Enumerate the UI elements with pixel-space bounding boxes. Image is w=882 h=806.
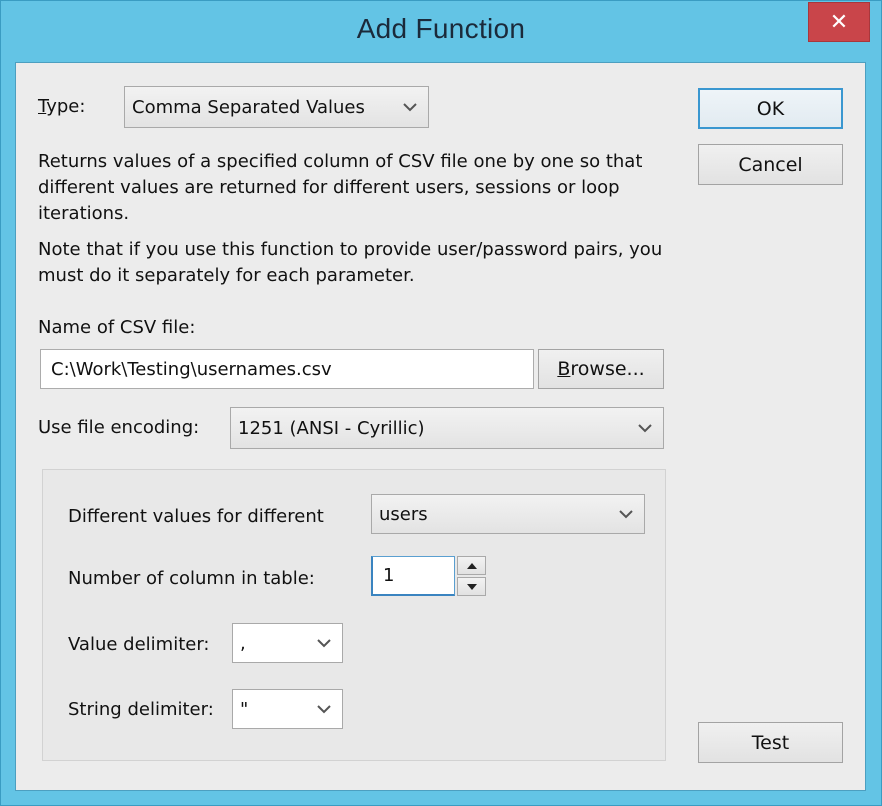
options-group: Different values for different users Num… [42, 469, 666, 761]
chevron-down-icon [317, 639, 331, 648]
note-text: Note that if you use this function to pr… [38, 239, 663, 286]
type-label-text: ype: [46, 96, 86, 117]
triangle-up-icon [466, 562, 477, 569]
encoding-label: Use file encoding: [38, 417, 200, 438]
csv-file-label: Name of CSV file: [38, 317, 196, 338]
csv-file-value: C:\Work\Testing\usernames.csv [51, 358, 332, 380]
type-select[interactable]: Comma Separated Values [124, 86, 429, 128]
value-delimiter-select[interactable]: , [232, 623, 343, 663]
test-button[interactable]: Test [698, 722, 843, 763]
string-delimiter-value: " [240, 698, 249, 720]
string-delimiter-label: String delimiter: [68, 699, 214, 720]
column-number-decrement[interactable] [457, 577, 486, 596]
chevron-down-icon [638, 424, 652, 433]
value-delimiter-label: Value delimiter: [68, 634, 210, 655]
chevron-down-icon [317, 705, 331, 714]
column-number-input[interactable]: 1 [371, 556, 455, 596]
different-values-value: users [379, 503, 428, 525]
browse-accesskey: B [557, 358, 571, 380]
description-text: Returns values of a specified column of … [38, 151, 643, 224]
csv-file-input[interactable]: C:\Work\Testing\usernames.csv [40, 349, 534, 389]
close-button[interactable]: ✕ [808, 2, 870, 42]
dialog-client-area: Type: Comma Separated Values Returns val… [15, 62, 866, 791]
type-label: Type: [38, 96, 85, 117]
dialog-title: Add Function [356, 13, 526, 44]
add-function-dialog: Add Function ✕ Type: Comma Separated Val… [0, 0, 882, 806]
encoding-select[interactable]: 1251 (ANSI - Cyrillic) [230, 407, 664, 449]
close-icon: ✕ [829, 9, 849, 35]
column-number-label: Number of column in table: [68, 568, 315, 589]
column-number-increment[interactable] [457, 556, 486, 575]
value-delimiter-value: , [240, 632, 246, 654]
column-number-value: 1 [383, 565, 395, 586]
triangle-down-icon [466, 583, 477, 590]
chevron-down-icon [619, 510, 633, 519]
browse-label: rowse... [570, 358, 645, 380]
cancel-button[interactable]: Cancel [698, 144, 843, 185]
ok-button[interactable]: OK [698, 88, 843, 129]
type-label-accesskey: T [38, 96, 47, 117]
different-values-label: Different values for different [68, 506, 324, 527]
different-values-select[interactable]: users [371, 494, 645, 534]
chevron-down-icon [403, 103, 417, 112]
encoding-select-value: 1251 (ANSI - Cyrillic) [238, 417, 425, 439]
type-select-value: Comma Separated Values [132, 96, 365, 118]
browse-button[interactable]: Browse... [538, 349, 664, 389]
string-delimiter-select[interactable]: " [232, 689, 343, 729]
